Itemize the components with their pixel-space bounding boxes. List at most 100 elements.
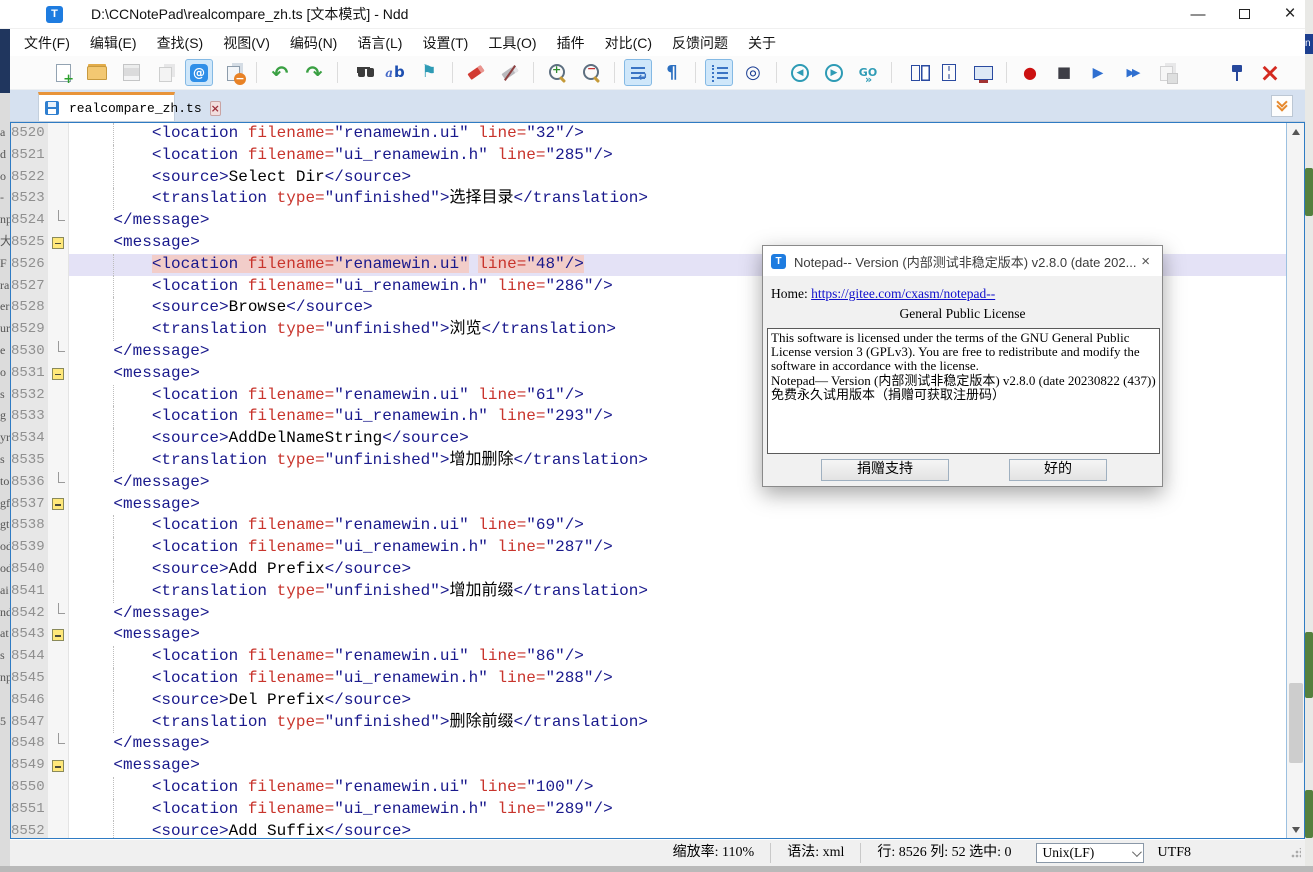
dialog-close-icon[interactable]: × [1137,253,1154,270]
menu-item-feedback[interactable]: 反馈问题 [662,30,738,56]
wallpaper-fragment [1305,632,1313,698]
toolbar-close-all-files-button[interactable] [219,59,247,86]
fold-marker-start[interactable] [48,755,69,777]
toolbar-find-button[interactable] [347,59,375,86]
code-token: filename= [248,386,334,404]
toolbar-zoom-in-button[interactable]: + [543,59,571,86]
fold-marker-start[interactable] [48,363,69,385]
menu-item-about[interactable]: 关于 [738,30,786,56]
fold-marker-start[interactable] [48,232,69,254]
menu-item-search[interactable]: 查找(S) [147,30,214,56]
code-line[interactable]: 8550<location filename="renamewin.ui" li… [11,777,1286,799]
code-line[interactable]: 8521<location filename="ui_renamewin.h" … [11,145,1286,167]
menu-item-view[interactable]: 视图(V) [213,30,280,56]
menu-item-plugins[interactable]: 插件 [547,30,595,56]
toolbar-zoom-out-button[interactable]: − [577,59,605,86]
toolbar-highlight-marker-button[interactable] [462,59,490,86]
scrollbar-thumb[interactable] [1289,683,1303,763]
code-line[interactable]: 8539<location filename="ui_renamewin.h" … [11,537,1286,559]
toolbar-replace-button[interactable] [381,59,409,86]
toolbar-word-wrap-button[interactable] [624,59,652,86]
code-line[interactable]: 8543<message> [11,624,1286,646]
tab-overflow-button[interactable] [1271,95,1293,117]
toolbar-nav-back-button[interactable]: ◀ [786,59,814,86]
code-line[interactable]: 8538<location filename="renamewin.ui" li… [11,515,1286,537]
code-line[interactable]: 8549<message> [11,755,1286,777]
fold-collapse-icon[interactable] [52,629,64,641]
toolbar-show-symbols-button[interactable]: ¶ [658,59,686,86]
tab-realcompare[interactable]: realcompare_zh.ts × [38,92,175,121]
fold-collapse-icon[interactable] [52,760,64,772]
resize-grip[interactable] [1291,848,1301,858]
toolbar-macro-play-multi-button[interactable]: ▶▶ [1118,59,1146,86]
code-line[interactable]: 8547<translation type="unfinished">删除前缀<… [11,712,1286,734]
code-line[interactable]: 8522<source>Select Dir</source> [11,167,1286,189]
code-token: /> [594,146,613,164]
vertical-scrollbar[interactable] [1286,123,1304,838]
toolbar-bookmark-button[interactable]: ⚑ [415,59,443,86]
fold-margin [48,123,69,145]
menu-bar: 文件(F)编辑(E)查找(S)视图(V)编码(N)语言(L)设置(T)工具(O)… [10,29,1305,56]
ok-button[interactable]: 好的 [1009,459,1107,481]
code-line[interactable]: 8548</message> [11,733,1286,755]
code-line[interactable]: 8537<message> [11,494,1286,516]
donate-button[interactable]: 捐赠支持 [821,459,949,481]
code-line[interactable]: 8540<source>Add Prefix</source> [11,559,1286,581]
toolbar-text-mode-button[interactable] [185,59,213,86]
toolbar-clear-highlight-button[interactable] [496,59,524,86]
menu-item-encoding[interactable]: 编码(N) [280,30,347,56]
toolbar-nav-forward-button[interactable]: ▶ [820,59,848,86]
menu-item-language[interactable]: 语言(L) [347,30,412,56]
toolbar-new-file-button[interactable] [49,59,77,86]
eol-select[interactable]: Unix(LF) [1036,843,1144,863]
indent-guide-line [113,406,114,428]
toolbar-dir-compare-button[interactable] [935,59,963,86]
scroll-up-arrow[interactable] [1287,123,1304,140]
toolbar-pin-button[interactable] [1222,59,1250,86]
fold-collapse-icon[interactable] [52,237,64,249]
toolbar-redo-button[interactable]: ↷ [300,59,328,86]
dialog-title-bar[interactable]: T Notepad-- Version (内部测试非稳定版本) v2.8.0 (… [763,246,1162,276]
toolbar-close-red-button[interactable]: × [1256,59,1284,86]
toolbar-file-compare-button[interactable] [901,59,929,86]
toolbar-macro-save-button[interactable] [1152,59,1180,86]
menu-item-file[interactable]: 文件(F) [14,30,80,56]
tab-close-icon[interactable]: × [210,101,221,116]
toolbar-macro-play-button[interactable]: ▶ [1084,59,1112,86]
code-line[interactable]: 8551<location filename="ui_renamewin.h" … [11,799,1286,821]
home-link[interactable]: https://gitee.com/cxasm/notepad-- [811,286,995,301]
toolbar-macro-record-button[interactable]: ● [1016,59,1044,86]
code-line[interactable]: 8544<location filename="renamewin.ui" li… [11,646,1286,668]
indent-guide-line [113,254,114,276]
toolbar-indent-guide-button[interactable] [705,59,733,86]
code-line[interactable]: 8546<source>Del Prefix</source> [11,690,1286,712]
code-line[interactable]: 8552<source>Add Suffix</source> [11,821,1286,839]
license-textbox[interactable]: This software is licensed under the term… [767,328,1160,454]
fold-marker-start[interactable] [48,624,69,646]
code-line[interactable]: 8520<location filename="renamewin.ui" li… [11,123,1286,145]
toolbar-goto-line-button[interactable]: GO [854,59,882,86]
minimize-button[interactable]: — [1175,0,1221,28]
toolbar-screen-compare-button[interactable] [969,59,997,86]
menu-item-compare[interactable]: 对比(C) [595,30,662,56]
menu-item-edit[interactable]: 编辑(E) [80,30,147,56]
fold-collapse-icon[interactable] [52,498,64,510]
fold-marker-start[interactable] [48,494,69,516]
toolbar-undo-button[interactable]: ↶ [266,59,294,86]
menu-item-settings[interactable]: 设置(T) [412,30,478,56]
scroll-down-arrow[interactable] [1287,821,1304,838]
toolbar-open-file-button[interactable] [83,59,111,86]
toolbar-save-button[interactable] [117,59,145,86]
code-token: line= [478,124,526,142]
toolbar-focus-mode-button[interactable]: ◎ [739,59,767,86]
toolbar-save-all-button[interactable] [151,59,179,86]
code-line[interactable]: 8542</message> [11,603,1286,625]
code-line[interactable]: 8541<translation type="unfinished">增加前缀<… [11,581,1286,603]
menu-item-tools[interactable]: 工具(O) [478,30,546,56]
code-line[interactable]: 8524</message> [11,210,1286,232]
code-line[interactable]: 8545<location filename="ui_renamewin.h" … [11,668,1286,690]
toolbar-macro-stop-button[interactable]: ■ [1050,59,1078,86]
fold-collapse-icon[interactable] [52,368,64,380]
maximize-button[interactable] [1221,0,1267,28]
code-line[interactable]: 8523<translation type="unfinished">选择目录<… [11,188,1286,210]
